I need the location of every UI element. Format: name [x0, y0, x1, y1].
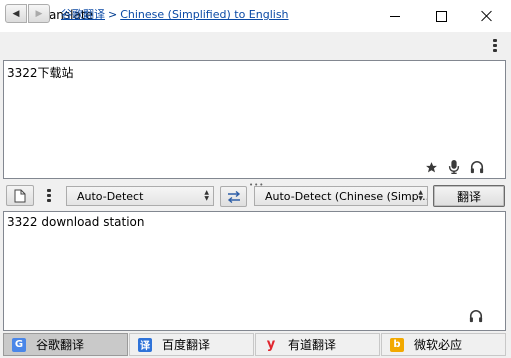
headphones-icon[interactable] — [470, 160, 484, 174]
swap-languages-button[interactable] — [220, 186, 247, 207]
more-options-icon[interactable] — [493, 39, 497, 52]
translation-result-area[interactable]: 3322 download station — [3, 211, 506, 331]
updown-arrows-icon: ▲ ▼ — [204, 189, 209, 202]
source-text-area[interactable]: 3322下载站 — [3, 60, 506, 179]
translate-button[interactable]: 翻译 — [433, 185, 505, 207]
minimize-icon — [390, 15, 400, 17]
source-language-value: Auto-Detect — [77, 189, 144, 203]
new-document-button[interactable] — [6, 185, 34, 206]
bing-icon: b — [390, 337, 404, 352]
tab-bing-translate[interactable]: b 微软必应 — [381, 333, 506, 356]
updown-arrows-icon: ▲ ▼ — [418, 189, 423, 202]
back-arrow-icon: ◀ — [12, 8, 20, 19]
close-button[interactable] — [464, 0, 510, 32]
target-language-value: Auto-Detect (Chinese (Simp... — [265, 189, 428, 203]
minimize-button[interactable] — [372, 0, 418, 32]
tab-label: 谷歌翻译 — [36, 338, 85, 352]
tab-google-translate[interactable]: G 谷歌翻译 — [3, 333, 128, 356]
breadcrumb-service-link[interactable]: 谷歌翻译 — [61, 8, 105, 21]
source-language-select[interactable]: Auto-Detect ▲ ▼ — [66, 186, 214, 206]
breadcrumb: 谷歌翻译 > Chinese (Simplified) to English — [61, 6, 289, 22]
baidu-translate-icon: 译 — [138, 337, 152, 352]
youdao-translate-icon: y — [266, 337, 276, 352]
tab-baidu-translate[interactable]: 译 百度翻译 — [129, 333, 254, 356]
toolbar-more-icon[interactable] — [47, 189, 51, 202]
breadcrumb-direction-link[interactable]: Chinese (Simplified) to English — [120, 8, 288, 21]
breadcrumb-separator: > — [108, 8, 118, 21]
headphones-icon[interactable] — [469, 309, 483, 323]
google-translate-icon: G — [12, 337, 26, 352]
source-text: 3322下载站 — [7, 66, 74, 80]
tab-youdao-translate[interactable]: y 有道翻译 — [255, 333, 380, 356]
maximize-icon — [435, 10, 447, 22]
translation-text: 3322 download station — [7, 215, 145, 229]
microphone-icon[interactable] — [447, 160, 461, 174]
close-icon — [481, 10, 493, 22]
tab-label: 微软必应 — [414, 338, 463, 352]
maximize-button[interactable] — [418, 0, 464, 32]
swap-arrows-icon — [227, 190, 240, 203]
tab-label: 有道翻译 — [288, 338, 337, 352]
target-language-select[interactable]: Auto-Detect (Chinese (Simp... ▲ ▼ — [254, 186, 428, 206]
tab-label: 百度翻译 — [162, 338, 211, 352]
navigation-bar — [0, 33, 511, 59]
forward-arrow-icon: ▶ — [35, 8, 43, 19]
star-icon[interactable] — [424, 160, 438, 174]
forward-button[interactable]: ▶ — [28, 4, 50, 23]
page-icon — [14, 189, 26, 202]
back-button[interactable]: ◀ — [5, 4, 27, 23]
